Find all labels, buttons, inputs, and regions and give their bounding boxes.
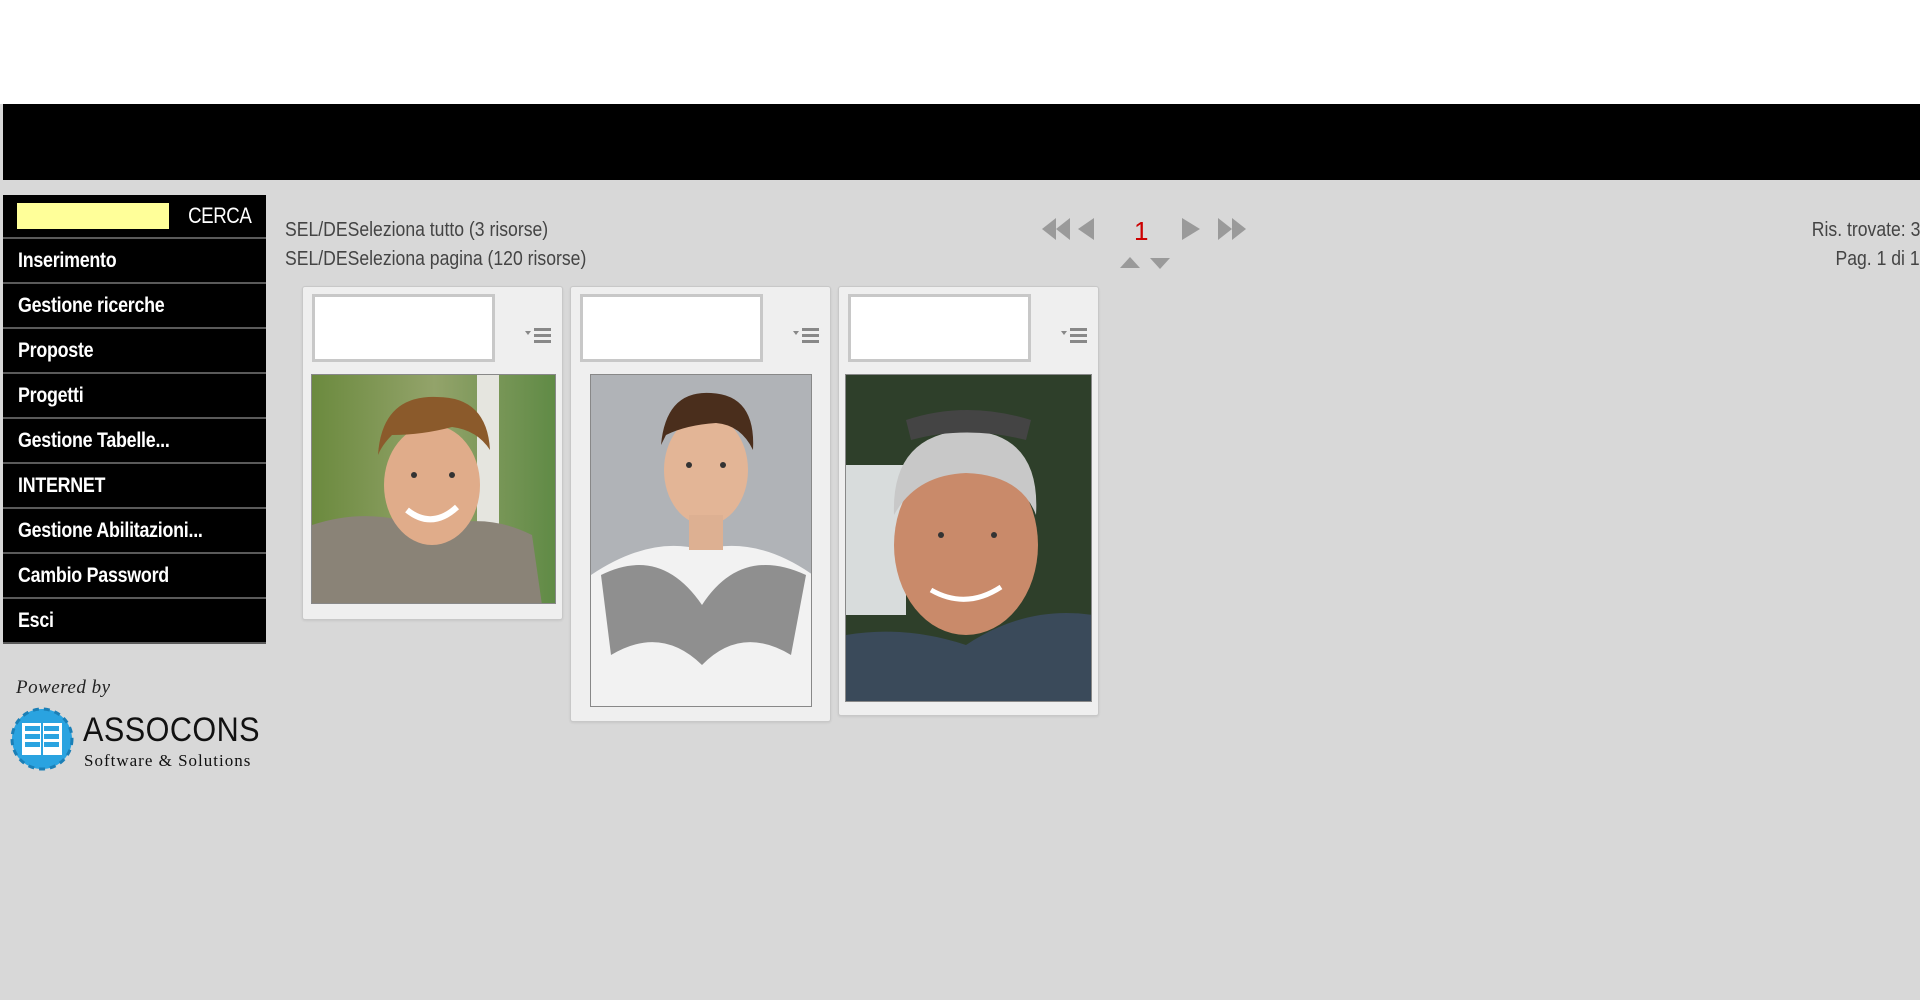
card-menu-icon[interactable] [524,324,554,348]
first-page-icon[interactable] [1040,216,1096,242]
prev-page-icon[interactable] [1078,216,1079,217]
sidebar-item-label: Cambio Password [18,563,169,587]
photo-image [591,375,811,706]
sidebar-item-label: Progetti [18,383,84,407]
result-card [838,286,1099,716]
card-field[interactable] [312,294,495,362]
sidebar-item-label: Gestione ricerche [18,293,165,317]
photo-smiling-teen-boy[interactable] [311,374,556,604]
sidebar-item-label: Inserimento [18,248,117,272]
sidebar-item-gestione-abilitazioni[interactable]: Gestione Abilitazioni... [3,509,266,554]
sidebar-item-label: Proposte [18,338,94,362]
photo-teen-boy-scarf[interactable] [590,374,812,707]
result-card [570,286,831,722]
sidebar-item-label: INTERNET [18,473,106,497]
sidebar-item-proposte[interactable]: Proposte [3,329,266,374]
sort-up-icon[interactable] [1118,256,1142,270]
photo-image [312,375,555,603]
search-button[interactable]: CERCA [183,202,257,230]
last-page-icon[interactable] [1216,216,1248,242]
card-field[interactable] [580,294,763,362]
card-field[interactable] [848,294,1031,362]
search-input[interactable] [17,203,169,229]
photo-man-sunglasses[interactable] [845,374,1092,702]
current-page-number: 1 [1134,216,1149,246]
sidebar-item-inserimento[interactable]: Inserimento [3,239,266,284]
card-menu-icon[interactable] [792,324,822,348]
sidebar-item-label: Esci [18,608,54,632]
results-found: Ris. trovate: 3 [1811,219,1920,241]
sort-down-icon[interactable] [1148,256,1172,270]
assocons-logo-icon [10,707,74,771]
sidebar-item-cambio-password[interactable]: Cambio Password [3,554,266,599]
assocons-logo: ASSOCONS Software & Solutions [8,703,270,775]
select-page-link[interactable]: SEL/DESeleziona pagina (120 risorse) [285,248,586,271]
sidebar-item-esci[interactable]: Esci [3,599,266,644]
sidebar-item-label: Gestione Abilitazioni... [18,518,203,542]
sidebar: CERCA Inserimento Gestione ricerche Prop… [3,195,266,644]
logo-tagline: Software & Solutions [84,751,252,770]
page-of-total: Pag. 1 di 1 [1835,248,1920,270]
search-row: CERCA [3,195,266,239]
sidebar-item-gestione-ricerche[interactable]: Gestione ricerche [3,284,266,329]
card-menu-icon[interactable] [1060,324,1090,348]
next-page-icon[interactable] [1180,216,1202,242]
powered-by-text: Powered by [16,677,111,698]
sidebar-item-progetti[interactable]: Progetti [3,374,266,419]
top-white-area [0,0,1920,104]
sidebar-item-gestione-tabelle[interactable]: Gestione Tabelle... [3,419,266,464]
header-bar [3,104,1920,180]
logo-company-name: ASSOCONS [83,711,261,749]
sidebar-item-internet[interactable]: INTERNET [3,464,266,509]
sidebar-item-label: Gestione Tabelle... [18,428,170,452]
select-all-link[interactable]: SEL/DESeleziona tutto (3 risorse) [285,219,548,242]
photo-image [846,375,1091,701]
result-card [302,286,563,620]
